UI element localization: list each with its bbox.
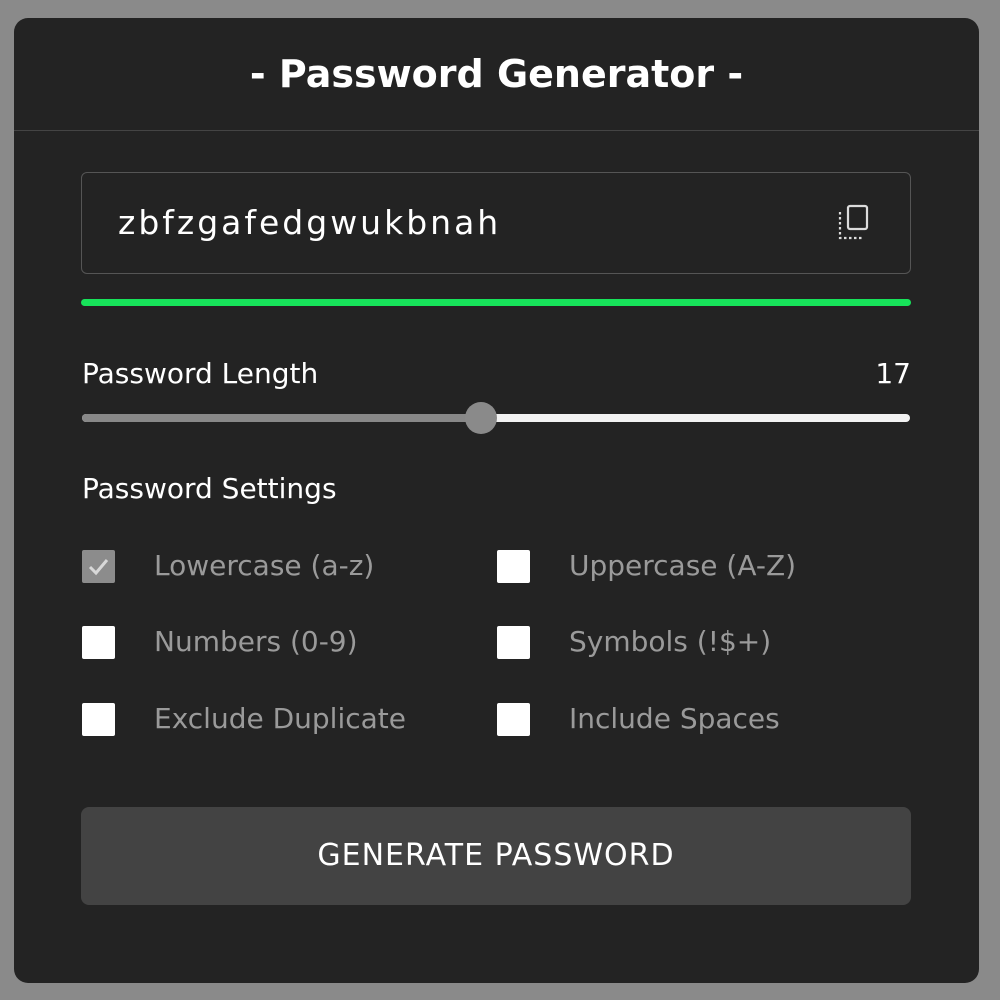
app-title: - Password Generator - <box>249 52 744 96</box>
password-settings-label: Password Settings <box>82 472 337 505</box>
copy-icon[interactable] <box>834 201 878 245</box>
option-include-spaces[interactable]: Include Spaces <box>497 699 897 739</box>
option-label: Numbers (0-9) <box>154 625 358 658</box>
lowercase-checkbox[interactable] <box>82 550 115 583</box>
option-label: Symbols (!$+) <box>569 625 772 658</box>
password-length-value: 17 <box>875 357 911 390</box>
include-spaces-checkbox[interactable] <box>497 703 530 736</box>
slider-fill <box>82 414 482 422</box>
option-symbols[interactable]: Symbols (!$+) <box>497 622 897 662</box>
password-length-slider[interactable] <box>82 402 910 434</box>
option-exclude-duplicate[interactable]: Exclude Duplicate <box>82 699 482 739</box>
option-numbers[interactable]: Numbers (0-9) <box>82 622 462 662</box>
exclude-duplicate-checkbox[interactable] <box>82 703 115 736</box>
option-label: Lowercase (a-z) <box>154 549 375 582</box>
password-strength-indicator <box>81 299 911 306</box>
password-display: zbfzgafedgwukbnah <box>81 172 911 274</box>
option-label: Include Spaces <box>569 702 780 735</box>
uppercase-checkbox[interactable] <box>497 550 530 583</box>
slider-thumb[interactable] <box>465 402 498 434</box>
password-length-label: Password Length <box>82 357 319 390</box>
option-label: Exclude Duplicate <box>154 702 406 735</box>
generate-password-button[interactable]: GENERATE PASSWORD <box>81 807 911 905</box>
option-label: Uppercase (A-Z) <box>569 549 797 582</box>
option-lowercase[interactable]: Lowercase (a-z) <box>82 546 462 586</box>
header-divider <box>14 130 979 131</box>
numbers-checkbox[interactable] <box>82 626 115 659</box>
password-value: zbfzgafedgwukbnah <box>118 203 502 242</box>
checkmark-icon <box>88 559 109 576</box>
symbols-checkbox[interactable] <box>497 626 530 659</box>
option-uppercase[interactable]: Uppercase (A-Z) <box>497 546 897 586</box>
password-generator-card: - Password Generator - zbfzgafedgwukbnah… <box>14 18 979 983</box>
